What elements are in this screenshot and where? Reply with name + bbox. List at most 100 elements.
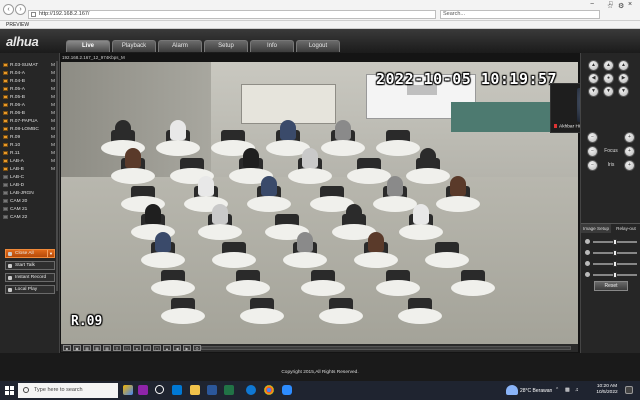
camera-feed[interactable]: 2022-10-05 10:19:57 R.09 xyxy=(61,62,578,350)
maximize-button[interactable]: □ xyxy=(609,1,613,7)
ptz-down-left-icon[interactable]: ▼ xyxy=(588,86,599,97)
ptz-up-left-icon[interactable]: ▲ xyxy=(588,60,599,71)
image-slider[interactable] xyxy=(585,248,637,257)
channel-item[interactable]: CAM 20 xyxy=(3,197,55,205)
channel-item[interactable]: LAB-B M xyxy=(3,165,55,173)
reset-button[interactable]: Reset xyxy=(594,281,628,291)
menu-alarm[interactable]: Alarm xyxy=(158,40,202,52)
next-icon[interactable]: ▶ xyxy=(183,345,191,351)
chrome-icon[interactable] xyxy=(264,385,274,395)
start-talk-button[interactable]: Start Talk xyxy=(5,261,55,270)
channel-item[interactable]: R.06-B M xyxy=(3,109,55,117)
weather-text[interactable]: 28°C Berawan xyxy=(520,388,552,394)
gear-icon[interactable]: ⚙ xyxy=(618,2,624,10)
menu-info[interactable]: Info xyxy=(250,40,294,52)
channel-item[interactable]: R.06-A M xyxy=(3,101,55,109)
snapshot-icon[interactable]: □ xyxy=(123,345,131,351)
taskbar-clock[interactable]: 10:20 AM 10/5/2022 xyxy=(592,384,622,396)
task-view-icon[interactable] xyxy=(172,385,182,395)
ptz-right-icon[interactable]: ▶ xyxy=(618,73,629,84)
channel-item[interactable]: R.10 M xyxy=(3,141,55,149)
weather-icon[interactable] xyxy=(506,385,518,395)
instant-record-button[interactable]: Instant Record xyxy=(5,273,55,282)
ptz-down-icon[interactable]: ▼ xyxy=(603,86,614,97)
local-play-button[interactable]: Local Play xyxy=(5,285,55,294)
channel-item[interactable]: R.04-A M xyxy=(3,69,55,77)
zoom-icon[interactable]: ⚲ xyxy=(113,345,121,351)
focus-plus-icon[interactable]: + xyxy=(624,145,635,157)
channel-item[interactable]: CAM 21 xyxy=(3,205,55,213)
channel-item[interactable]: CAM 22 xyxy=(3,213,55,221)
channel-item[interactable]: R.05-A M xyxy=(3,85,55,93)
channel-item[interactable]: R.04-B M xyxy=(3,77,55,85)
slider-knob[interactable] xyxy=(612,238,617,245)
slider-knob[interactable] xyxy=(612,249,617,256)
prev-icon[interactable]: ◀ xyxy=(173,345,181,351)
address-bar[interactable]: http://192.168.2.167/ xyxy=(28,10,436,19)
windows-start-icon[interactable] xyxy=(5,386,14,395)
zoom-out-icon[interactable]: − xyxy=(587,131,598,143)
edge-icon[interactable] xyxy=(246,385,256,395)
audio-icon[interactable]: ♫ xyxy=(143,345,151,351)
channel-item[interactable]: R.09 M xyxy=(3,133,55,141)
taskbar-search-input[interactable]: Type here to search xyxy=(18,383,118,398)
menu-setup[interactable]: Setup xyxy=(204,40,248,52)
channel-item[interactable]: R.05-B M xyxy=(3,93,55,101)
menu-playback[interactable]: Playback xyxy=(112,40,156,52)
image-slider[interactable] xyxy=(585,259,637,268)
chevron-down-icon[interactable]: ▼ xyxy=(47,250,54,257)
channel-item[interactable]: R.03-SUMAT M xyxy=(3,61,55,69)
browser-tab-preview[interactable]: PREVIEW xyxy=(0,21,35,29)
tab-relay-out[interactable]: Relay-out xyxy=(611,224,640,233)
slider-track[interactable] xyxy=(593,260,637,267)
file-explorer-icon[interactable] xyxy=(190,385,200,395)
image-slider[interactable] xyxy=(585,237,637,246)
focus-minus-icon[interactable]: − xyxy=(587,145,598,157)
excel-icon[interactable] xyxy=(224,385,234,395)
settings-icon[interactable]: ⚙ xyxy=(193,345,201,351)
word-icon[interactable] xyxy=(207,385,217,395)
fullscreen-icon[interactable]: ■ xyxy=(63,345,71,351)
ptz-left-icon[interactable]: ◀ xyxy=(588,73,599,84)
ptz-down-right-icon[interactable]: ▼ xyxy=(618,86,629,97)
channel-list-scrollbar[interactable] xyxy=(56,61,58,291)
channel-item[interactable]: LAB-JRGN xyxy=(3,189,55,197)
close-window-button[interactable]: × xyxy=(628,1,632,8)
slider-track[interactable] xyxy=(593,238,637,245)
image-slider[interactable] xyxy=(585,270,637,279)
network-icon[interactable]: ▩ xyxy=(565,387,570,393)
channel-item[interactable]: R.08-LOMBC M xyxy=(3,125,55,133)
split-16-icon[interactable]: ▦ xyxy=(103,345,111,351)
volume-icon[interactable]: ♫ xyxy=(575,387,579,393)
tab-image-setup[interactable]: Image Setup xyxy=(581,224,611,233)
split-1-icon[interactable]: ▣ xyxy=(73,345,81,351)
notification-icon[interactable] xyxy=(625,386,633,394)
channel-item[interactable]: LAB-D xyxy=(3,181,55,189)
close-all-button[interactable]: Close All ▼ xyxy=(5,249,55,258)
channel-item[interactable]: R.07-PAPUA M xyxy=(3,117,55,125)
minimize-button[interactable]: − xyxy=(590,1,594,8)
chevron-up-icon[interactable]: ⌃ xyxy=(555,387,559,393)
cortana-icon[interactable] xyxy=(155,385,164,394)
back-button[interactable]: ‹ xyxy=(3,4,14,15)
browser-search-input[interactable]: Search... xyxy=(440,10,600,19)
ptz-up-right-icon[interactable]: ▲ xyxy=(618,60,629,71)
ptz-center-icon[interactable]: ● xyxy=(603,73,614,84)
split-4-icon[interactable]: ▦ xyxy=(83,345,91,351)
zoom-in-icon[interactable]: + xyxy=(624,131,635,143)
slider-knob[interactable] xyxy=(612,271,617,278)
copilot-icon[interactable] xyxy=(123,385,133,395)
iris-minus-icon[interactable]: − xyxy=(587,159,598,171)
forward-button[interactable]: › xyxy=(15,4,26,15)
slider-track[interactable] xyxy=(593,249,637,256)
menu-live[interactable]: Live xyxy=(66,40,110,52)
record-icon[interactable]: ● xyxy=(133,345,141,351)
channel-item[interactable]: LAB-C xyxy=(3,173,55,181)
channel-item[interactable]: R.11 M xyxy=(3,149,55,157)
video-scrollbar[interactable] xyxy=(201,346,571,350)
taskview-icon[interactable] xyxy=(138,385,148,395)
iris-plus-icon[interactable]: + xyxy=(623,159,635,171)
stream-icon[interactable]: ▲ xyxy=(163,345,171,351)
slider-track[interactable] xyxy=(593,271,637,278)
zoom-app-icon[interactable] xyxy=(282,385,292,395)
